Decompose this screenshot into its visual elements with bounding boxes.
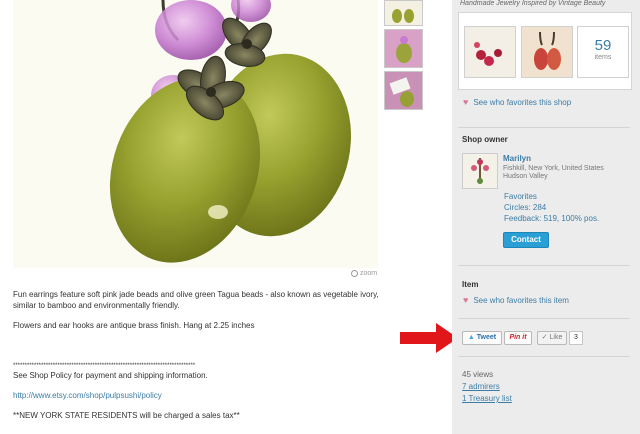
- pinit-button[interactable]: Pin it: [504, 331, 532, 345]
- zoom-label: zoom: [360, 270, 378, 277]
- see-shop-favorites-link[interactable]: ♥ See who favorites this shop: [463, 97, 571, 107]
- thumbnail-3[interactable]: [384, 71, 423, 110]
- tweet-button[interactable]: ▲ Tweet: [462, 331, 502, 345]
- heart-icon: ♥: [463, 295, 469, 305]
- divider: [458, 356, 630, 357]
- favorite-item-image-2[interactable]: [521, 26, 573, 78]
- pinit-label: Pin it: [509, 334, 527, 341]
- description-separator: ****************************************…: [13, 363, 196, 369]
- thumbnail-strip: [384, 0, 423, 113]
- owner-avatar[interactable]: [462, 153, 498, 189]
- item-stats: 45 views 7 admirers 1 Treasury list: [462, 369, 512, 405]
- zoom-link[interactable]: zoom: [351, 270, 377, 277]
- thumbnail-2[interactable]: [384, 29, 423, 68]
- owner-feedback-link[interactable]: Feedback: 519, 100% pos.: [504, 213, 599, 224]
- item-section-title: Item: [462, 280, 479, 289]
- owner-links: Favorites Circles: 284 Feedback: 519, 10…: [504, 191, 599, 224]
- like-button[interactable]: ✓ Like: [537, 331, 567, 345]
- tax-note: **NEW YORK STATE RESIDENTS will be charg…: [13, 411, 240, 420]
- policy-link[interactable]: http://www.etsy.com/shop/pulpsushi/polic…: [13, 391, 162, 400]
- admirers-link[interactable]: 7 admirers: [462, 381, 512, 393]
- description-paragraph-2: Flowers and ear hooks are antique brass …: [13, 321, 255, 330]
- listing-page: zoom Fun earrings feature soft pink jade…: [0, 0, 640, 434]
- divider: [458, 265, 630, 266]
- policy-note: See Shop Policy for payment and shipping…: [13, 371, 208, 380]
- shop-favorites-card: 59 items: [458, 12, 632, 90]
- twitter-bird-icon: ▲: [467, 334, 475, 341]
- divider: [458, 127, 630, 128]
- favorites-count-tile[interactable]: 59 items: [577, 26, 629, 78]
- see-shop-favorites-label: See who favorites this shop: [473, 97, 572, 107]
- like-label: Like: [549, 334, 563, 341]
- shop-owner-title: Shop owner: [462, 135, 508, 144]
- owner-circles-link[interactable]: Circles: 284: [504, 202, 599, 213]
- description-paragraph-1: Fun earrings feature soft pink jade bead…: [13, 290, 379, 310]
- thumbs-up-icon: ✓: [541, 334, 548, 341]
- item-description: Fun earrings feature soft pink jade bead…: [13, 289, 383, 421]
- see-item-favorites-label: See who favorites this item: [473, 295, 569, 305]
- owner-favorites-link[interactable]: Favorites: [504, 191, 599, 202]
- annotation-arrow-icon: [400, 323, 458, 353]
- favorites-count: 59: [594, 37, 612, 54]
- divider: [458, 318, 630, 319]
- shop-tagline: Handmade Jewelry Inspired by Vintage Bea…: [460, 0, 606, 7]
- see-item-favorites-link[interactable]: ♥ See who favorites this item: [463, 295, 569, 305]
- magnifier-icon: [351, 270, 358, 277]
- treasury-link[interactable]: 1 Treasury list: [462, 393, 512, 405]
- owner-name-link[interactable]: Marilyn: [503, 154, 531, 163]
- tweet-label: Tweet: [476, 334, 497, 341]
- favorites-count-label: items: [594, 54, 612, 61]
- views-count: 45 views: [462, 370, 494, 379]
- heart-icon: ♥: [463, 97, 469, 107]
- contact-button[interactable]: Contact: [503, 232, 549, 248]
- thumbnail-1[interactable]: [384, 0, 423, 26]
- favorite-item-image-1[interactable]: [464, 26, 516, 78]
- like-count: 3: [569, 331, 583, 345]
- main-product-photo[interactable]: [13, 0, 378, 268]
- owner-location: Fishkill, New York, United States Hudson…: [503, 165, 604, 180]
